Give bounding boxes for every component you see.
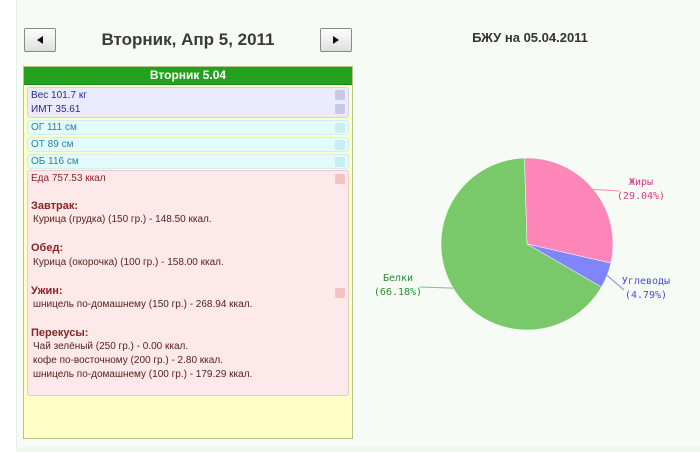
meal-title-dinner: Ужин: xyxy=(31,285,63,297)
frame-bottom-border xyxy=(16,447,700,452)
food-total: Еда 757.53 ккал xyxy=(31,173,106,184)
food-card[interactable]: Еда 757.53 ккал Завтрак: Курица (грудка)… xyxy=(27,170,349,396)
scale-icon[interactable] xyxy=(335,90,345,100)
prev-day-button[interactable] xyxy=(24,28,56,52)
pie-label-percent: (4.79%) xyxy=(625,290,667,301)
weight-value: Вес 101.7 кг xyxy=(31,90,87,101)
meal-item: Чай зелёный (250 гр.) - 0.00 ккал. xyxy=(33,341,189,352)
meal-item: Курица (окорочка) (100 гр.) - 158.00 кка… xyxy=(33,257,224,268)
scale-icon xyxy=(335,104,345,114)
chart-title: БЖУ на 05.04.2011 xyxy=(472,30,588,45)
pie-label-name: Углеводы xyxy=(622,276,670,287)
pie-label-name: Белки xyxy=(383,273,413,284)
chest-measure-card[interactable]: ОГ 111 см xyxy=(27,120,349,135)
meal-title-breakfast: Завтрак: xyxy=(31,200,79,212)
pie-label-percent: (66.18%) xyxy=(374,287,422,298)
bmi-value: ИМТ 35.61 xyxy=(31,104,81,115)
date-title: Вторник, Апр 5, 2011 xyxy=(101,30,275,49)
pie-label-percent: (29.04%) xyxy=(617,191,665,202)
tape-icon xyxy=(335,123,345,133)
meal-title-lunch: Обед: xyxy=(31,242,64,254)
food-icon[interactable] xyxy=(335,288,345,298)
hips-measure-card[interactable]: ОБ 116 см xyxy=(27,154,349,169)
pie-chart: Жиры (29.04%) Углеводы (4.79%) Белки (66.18%) xyxy=(374,157,670,331)
day-panel: Вторник 5.04 Вес 101.7 кг ИМТ 35.61 ОГ 1… xyxy=(23,66,353,439)
pie-label-name: Жиры xyxy=(629,177,653,188)
meal-item: шницель по-домашнему (100 гр.) - 179.29 … xyxy=(33,369,253,380)
tape-icon xyxy=(335,157,345,167)
meal-title-snacks: Перекусы: xyxy=(31,327,89,339)
waist-measure-card[interactable]: ОТ 89 см xyxy=(27,137,349,152)
tape-icon xyxy=(335,140,345,150)
day-header: Вторник 5.04 xyxy=(24,67,352,85)
weight-card[interactable]: Вес 101.7 кг ИМТ 35.61 xyxy=(27,87,349,118)
waist-measure: ОТ 89 см xyxy=(31,139,74,150)
meal-item: шницель по-домашнему (150 гр.) - 268.94 … xyxy=(33,299,253,310)
chest-measure: ОГ 111 см xyxy=(31,122,77,133)
food-icon[interactable] xyxy=(335,174,345,184)
pie-leader-line xyxy=(593,188,620,192)
next-day-button[interactable] xyxy=(320,28,352,52)
left-triangle-icon xyxy=(37,36,43,44)
pie-leader-line xyxy=(419,286,454,289)
right-triangle-icon xyxy=(333,36,339,44)
meal-item: Курица (грудка) (150 гр.) - 148.50 ккал. xyxy=(33,214,212,225)
meal-item: кофе по-восточному (200 гр.) - 2.80 ккал… xyxy=(33,355,223,366)
hips-measure: ОБ 116 см xyxy=(31,156,79,167)
